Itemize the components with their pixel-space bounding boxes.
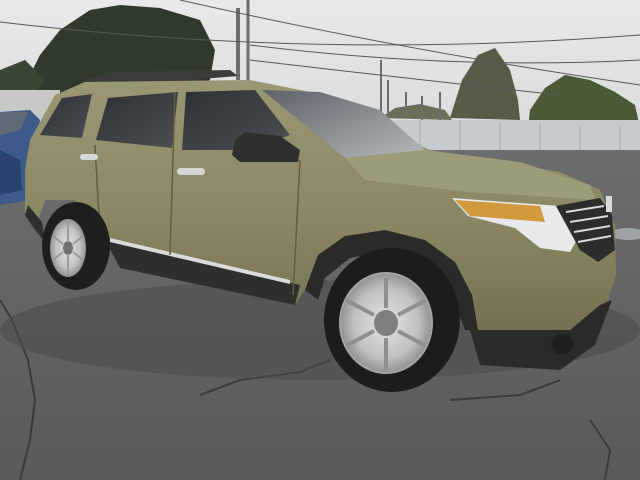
- rear-wheel: [42, 202, 110, 290]
- rear-door-handle: [80, 154, 98, 160]
- photo-scene: [0, 0, 640, 480]
- photo-svg: [0, 0, 640, 480]
- front-wheel: [324, 248, 460, 392]
- rear-door-window: [96, 92, 178, 148]
- front-door-handle: [177, 168, 205, 175]
- fog-light: [551, 334, 573, 354]
- license-plate-mount: [606, 196, 612, 212]
